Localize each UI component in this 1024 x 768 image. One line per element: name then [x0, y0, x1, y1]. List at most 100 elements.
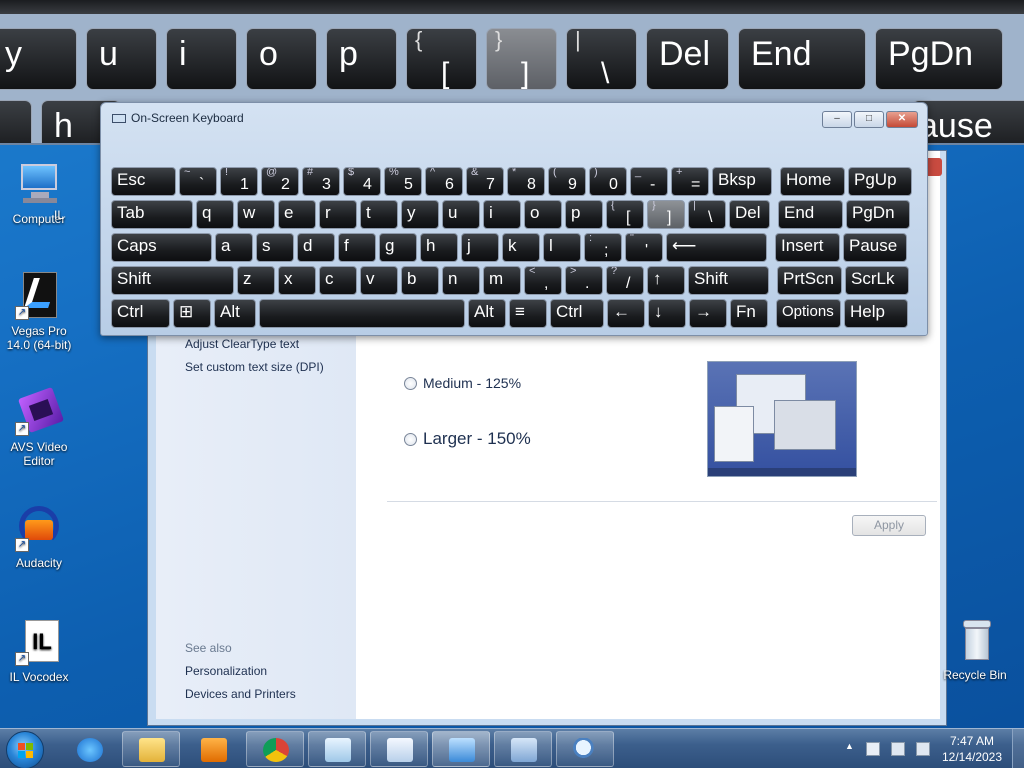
key-insert[interactable]: Insert	[775, 233, 840, 262]
key-s[interactable]: s	[256, 233, 294, 262]
key-del[interactable]: Del	[729, 200, 770, 229]
key-x[interactable]: x	[278, 266, 316, 295]
option-larger-150[interactable]: Larger - 150%	[404, 429, 531, 449]
taskbar-document[interactable]	[370, 731, 428, 767]
key-pause[interactable]: Pause	[843, 233, 907, 262]
key-esc[interactable]: Esc	[111, 167, 176, 196]
key-r[interactable]: r	[319, 200, 357, 229]
key-prtscn[interactable]: PrtScn	[777, 266, 842, 295]
desktop-icon-il-vocodex[interactable]: IL ↗ IL Vocodex	[0, 618, 78, 684]
key-[interactable]: ↑	[647, 266, 685, 295]
start-button[interactable]	[6, 731, 44, 768]
key-options[interactable]: Options	[776, 299, 841, 328]
key-end[interactable]: End	[778, 200, 843, 229]
key-e[interactable]: e	[278, 200, 316, 229]
key-[interactable]: ~ `	[179, 167, 217, 196]
key-n[interactable]: n	[442, 266, 480, 295]
taskbar-on-screen-keyboard[interactable]	[494, 731, 552, 767]
taskbar-internet-explorer[interactable]	[60, 731, 118, 767]
show-hidden-icons-arrow[interactable]: ▲	[845, 741, 854, 751]
devices-and-printers-link[interactable]: Devices and Printers	[185, 687, 296, 701]
action-center-icon[interactable]	[866, 742, 880, 756]
key-h[interactable]: h	[420, 233, 458, 262]
key-f[interactable]: f	[338, 233, 376, 262]
key-b[interactable]: b	[401, 266, 439, 295]
taskbar-media-player[interactable]	[184, 731, 242, 767]
adjust-cleartype-link[interactable]: Adjust ClearType text	[185, 337, 299, 351]
close-button[interactable]: ✕	[886, 111, 918, 128]
taskbar-notepad[interactable]	[308, 731, 366, 767]
key-ctrl[interactable]: Ctrl	[550, 299, 604, 328]
key-[interactable]: ≡	[509, 299, 547, 328]
key-[interactable]: _ -	[630, 167, 668, 196]
key-v[interactable]: v	[360, 266, 398, 295]
key-[interactable]: :;	[584, 233, 622, 262]
key-j[interactable]: j	[461, 233, 499, 262]
desktop-icon-il[interactable]: IL	[54, 208, 94, 222]
key-m[interactable]: m	[483, 266, 521, 295]
taskbar-chrome[interactable]	[246, 731, 304, 767]
key-pgup[interactable]: PgUp	[848, 167, 912, 196]
apply-button[interactable]: Apply	[852, 515, 926, 536]
key-6[interactable]: ^ 6	[425, 167, 463, 196]
show-desktop-button[interactable]	[1012, 729, 1024, 768]
key-7[interactable]: & 7	[466, 167, 504, 196]
key-w[interactable]: w	[237, 200, 275, 229]
key-ctrl[interactable]: Ctrl	[111, 299, 170, 328]
key-2[interactable]: @2	[261, 167, 299, 196]
key-5[interactable]: % 5	[384, 167, 422, 196]
key-caps[interactable]: Caps	[111, 233, 212, 262]
key-shift[interactable]: Shift	[111, 266, 234, 295]
control-panel-close-button[interactable]	[928, 158, 942, 176]
key-k[interactable]: k	[502, 233, 540, 262]
key-[interactable]: ←	[607, 299, 645, 328]
key-space[interactable]	[259, 299, 465, 328]
desktop-icon-audacity[interactable]: ↗ Audacity	[0, 504, 78, 570]
key-z[interactable]: z	[237, 266, 275, 295]
key-a[interactable]: a	[215, 233, 253, 262]
key-help[interactable]: Help	[844, 299, 908, 328]
key-g[interactable]: g	[379, 233, 417, 262]
key-3[interactable]: #3	[302, 167, 340, 196]
desktop-icon-avs-video-editor[interactable]: ↗ AVS Video Editor	[0, 386, 78, 468]
key-[interactable]: >.	[565, 266, 603, 295]
key-[interactable]: ⊞	[173, 299, 211, 328]
taskbar-magnifier[interactable]	[556, 731, 614, 767]
key-[interactable]: <,	[524, 266, 562, 295]
key-[interactable]: ? /	[606, 266, 644, 295]
key-9[interactable]: (9	[548, 167, 586, 196]
key-[interactable]: →	[689, 299, 727, 328]
key-u[interactable]: u	[442, 200, 480, 229]
key-d[interactable]: d	[297, 233, 335, 262]
taskbar-control-panel[interactable]	[432, 731, 490, 767]
radio-button[interactable]	[404, 432, 417, 446]
taskbar-file-explorer[interactable]	[122, 731, 180, 767]
key-shift[interactable]: Shift	[688, 266, 769, 295]
minimize-button[interactable]: –	[822, 111, 852, 128]
set-custom-text-size-link[interactable]: Set custom text size (DPI)	[185, 360, 324, 374]
desktop-icon-recycle-bin[interactable]: Recycle Bin	[936, 616, 1014, 682]
key-[interactable]: {[	[606, 200, 644, 229]
option-medium-125[interactable]: Medium - 125%	[404, 375, 521, 391]
key-t[interactable]: t	[360, 200, 398, 229]
personalization-link[interactable]: Personalization	[185, 664, 267, 678]
network-icon[interactable]	[891, 742, 905, 756]
key-l[interactable]: l	[543, 233, 581, 262]
restore-button[interactable]: □	[854, 111, 884, 128]
key-alt[interactable]: Alt	[468, 299, 506, 328]
key-1[interactable]: ! 1	[220, 167, 258, 196]
key-fn[interactable]: Fn	[730, 299, 768, 328]
key-bksp[interactable]: Bksp	[712, 167, 772, 196]
system-clock[interactable]: 7:47 AM 12/14/2023	[935, 733, 1009, 765]
key-[interactable]: ↓	[648, 299, 686, 328]
key-0[interactable]: ) 0	[589, 167, 627, 196]
key-alt[interactable]: Alt	[214, 299, 256, 328]
on-screen-keyboard-window[interactable]: On-Screen Keyboard – □ ✕ Esc ~ `! 1 @2 #3 $4% 5…	[100, 102, 928, 336]
key-y[interactable]: y	[401, 200, 439, 229]
desktop-icon-vegas-pro[interactable]: ↗ Vegas Pro 14.0 (64-bit)	[0, 272, 78, 352]
key-[interactable]: " '	[625, 233, 663, 262]
key-c[interactable]: c	[319, 266, 357, 295]
key-o[interactable]: o	[524, 200, 562, 229]
key-4[interactable]: $4	[343, 167, 381, 196]
key-scrlk[interactable]: ScrLk	[845, 266, 909, 295]
